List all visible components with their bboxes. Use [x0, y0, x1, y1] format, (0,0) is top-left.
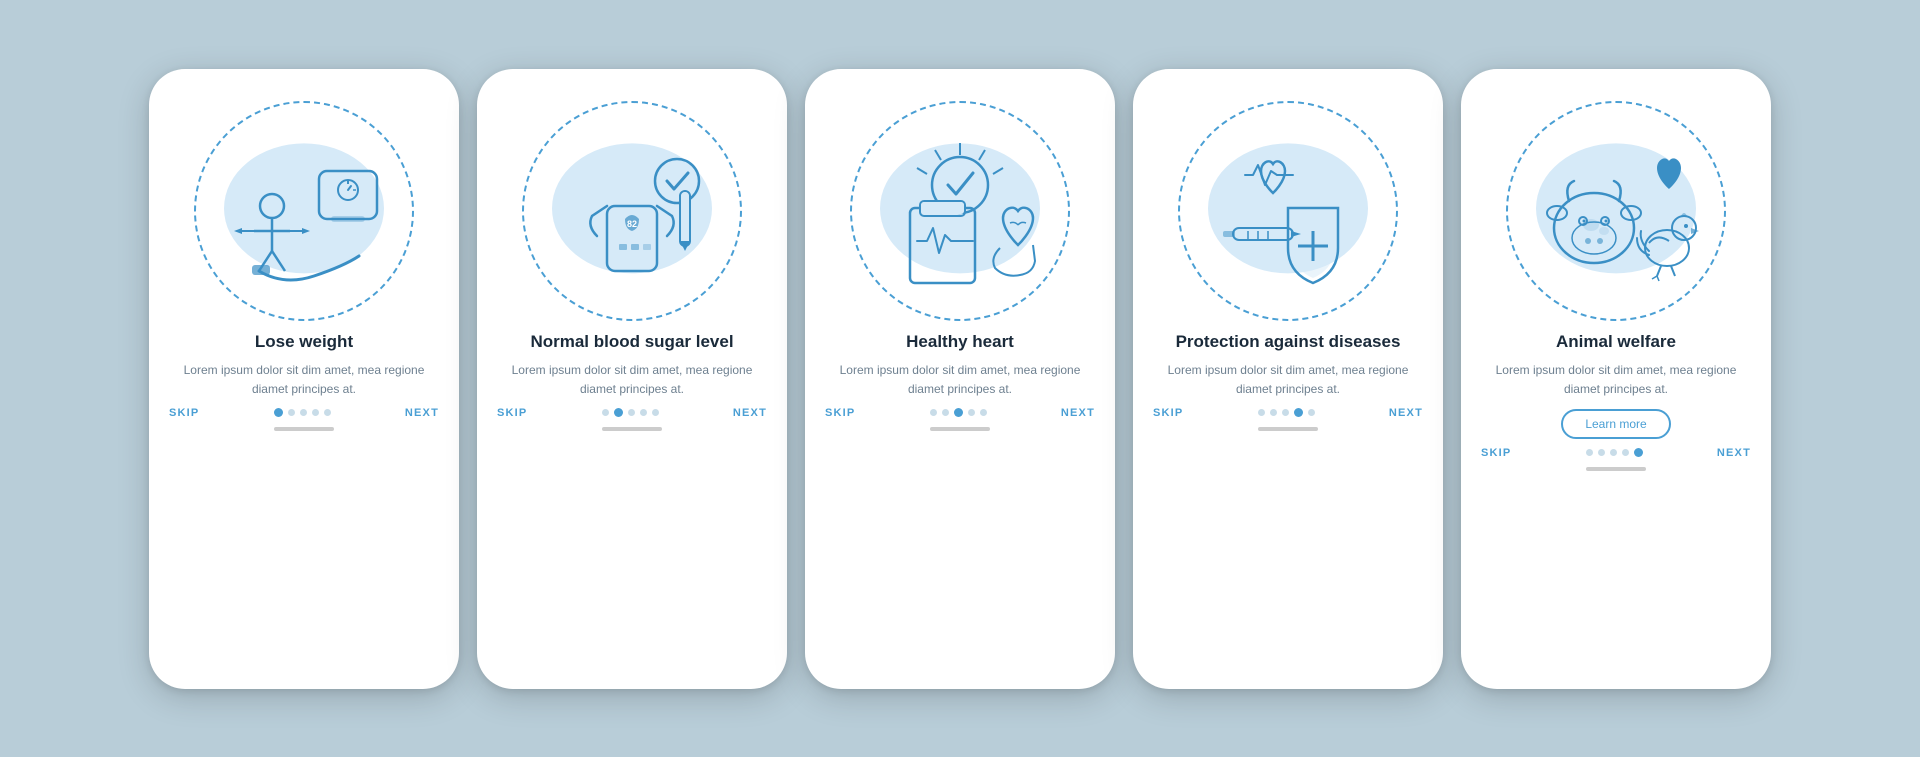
card-title-5: Animal welfare — [1485, 331, 1747, 353]
nav-area-3: SKIP NEXT — [805, 399, 1115, 419]
dots-4 — [1258, 408, 1315, 417]
card-body-5: Lorem ipsum dolor sit dim amet, mea regi… — [1485, 361, 1747, 399]
skip-button-3[interactable]: SKIP — [825, 407, 855, 419]
lose-weight-icon — [204, 116, 404, 306]
phone-frame-protection: Protection against diseases Lorem ipsum … — [1133, 69, 1443, 689]
illustration-blood-sugar: 82 — [477, 91, 787, 331]
home-indicator-3 — [930, 427, 990, 431]
dot-1-3 — [300, 409, 307, 416]
dots-1 — [274, 408, 331, 417]
card-title-4: Protection against diseases — [1157, 331, 1419, 353]
illustration-healthy-heart — [805, 91, 1115, 331]
skip-button-5[interactable]: SKIP — [1481, 447, 1511, 459]
status-bar-2 — [477, 69, 787, 91]
skip-button-4[interactable]: SKIP — [1153, 407, 1183, 419]
phone-frame-animal-welfare: Animal welfare Lorem ipsum dolor sit dim… — [1461, 69, 1771, 689]
status-bar-4 — [1133, 69, 1443, 91]
protection-icon — [1183, 113, 1393, 308]
dot-1-4 — [312, 409, 319, 416]
dot-5-5 — [1634, 448, 1643, 457]
phone-frame-lose-weight: Lose weight Lorem ipsum dolor sit dim am… — [149, 69, 459, 689]
dot-3-5 — [980, 409, 987, 416]
text-area-1: Lose weight Lorem ipsum dolor sit dim am… — [149, 331, 459, 399]
text-area-2: Normal blood sugar level Lorem ipsum dol… — [477, 331, 787, 399]
dot-2-5 — [652, 409, 659, 416]
home-indicator-2 — [602, 427, 662, 431]
dot-1-1 — [274, 408, 283, 417]
text-area-5: Animal welfare Lorem ipsum dolor sit dim… — [1461, 331, 1771, 439]
next-button-5[interactable]: NEXT — [1717, 447, 1751, 459]
next-button-4[interactable]: NEXT — [1389, 407, 1423, 419]
dot-1-5 — [324, 409, 331, 416]
nav-area-1: SKIP NEXT — [149, 399, 459, 419]
card-body-4: Lorem ipsum dolor sit dim amet, mea regi… — [1157, 361, 1419, 399]
dot-5-4 — [1622, 449, 1629, 456]
dot-2-3 — [628, 409, 635, 416]
dot-5-3 — [1610, 449, 1617, 456]
dot-4-5 — [1308, 409, 1315, 416]
card-body-2: Lorem ipsum dolor sit dim amet, mea regi… — [501, 361, 763, 399]
next-button-2[interactable]: NEXT — [733, 407, 767, 419]
dot-4-4 — [1294, 408, 1303, 417]
healthy-heart-icon — [855, 113, 1065, 308]
home-indicator-4 — [1258, 427, 1318, 431]
status-bar-1 — [149, 69, 459, 91]
dot-3-1 — [930, 409, 937, 416]
dot-3-3 — [954, 408, 963, 417]
next-button-1[interactable]: NEXT — [405, 407, 439, 419]
learn-more-button[interactable]: Learn more — [1561, 409, 1670, 439]
dot-3-2 — [942, 409, 949, 416]
phone-frame-healthy-heart: Healthy heart Lorem ipsum dolor sit dim … — [805, 69, 1115, 689]
illustration-lose-weight — [149, 91, 459, 331]
dot-2-2 — [614, 408, 623, 417]
card-body-3: Lorem ipsum dolor sit dim amet, mea regi… — [829, 361, 1091, 399]
nav-area-4: SKIP NEXT — [1133, 399, 1443, 419]
skip-button-2[interactable]: SKIP — [497, 407, 527, 419]
dot-4-1 — [1258, 409, 1265, 416]
dot-2-1 — [602, 409, 609, 416]
card-body-1: Lorem ipsum dolor sit dim amet, mea regi… — [173, 361, 435, 399]
card-title-2: Normal blood sugar level — [501, 331, 763, 353]
status-bar-5 — [1461, 69, 1771, 91]
screens-container: Lose weight Lorem ipsum dolor sit dim am… — [149, 69, 1771, 689]
home-indicator-5 — [1586, 467, 1646, 471]
animal-welfare-icon — [1509, 113, 1724, 308]
svg-text:82: 82 — [627, 219, 637, 229]
skip-button-1[interactable]: SKIP — [169, 407, 199, 419]
blood-sugar-icon: 82 — [532, 116, 732, 306]
dots-3 — [930, 408, 987, 417]
dot-3-4 — [968, 409, 975, 416]
illustration-protection — [1133, 91, 1443, 331]
dot-4-3 — [1282, 409, 1289, 416]
text-area-3: Healthy heart Lorem ipsum dolor sit dim … — [805, 331, 1115, 399]
dot-2-4 — [640, 409, 647, 416]
nav-area-2: SKIP NEXT — [477, 399, 787, 419]
next-button-3[interactable]: NEXT — [1061, 407, 1095, 419]
dots-5 — [1586, 448, 1643, 457]
phone-frame-blood-sugar: 82 Normal blood sugar level Lorem ipsum … — [477, 69, 787, 689]
card-title-3: Healthy heart — [829, 331, 1091, 353]
card-title-1: Lose weight — [173, 331, 435, 353]
dot-5-2 — [1598, 449, 1605, 456]
illustration-animal-welfare — [1461, 91, 1771, 331]
dot-5-1 — [1586, 449, 1593, 456]
nav-area-5: SKIP NEXT — [1461, 439, 1771, 459]
status-bar-3 — [805, 69, 1115, 91]
text-area-4: Protection against diseases Lorem ipsum … — [1133, 331, 1443, 399]
dot-1-2 — [288, 409, 295, 416]
dots-2 — [602, 408, 659, 417]
home-indicator-1 — [274, 427, 334, 431]
dot-4-2 — [1270, 409, 1277, 416]
